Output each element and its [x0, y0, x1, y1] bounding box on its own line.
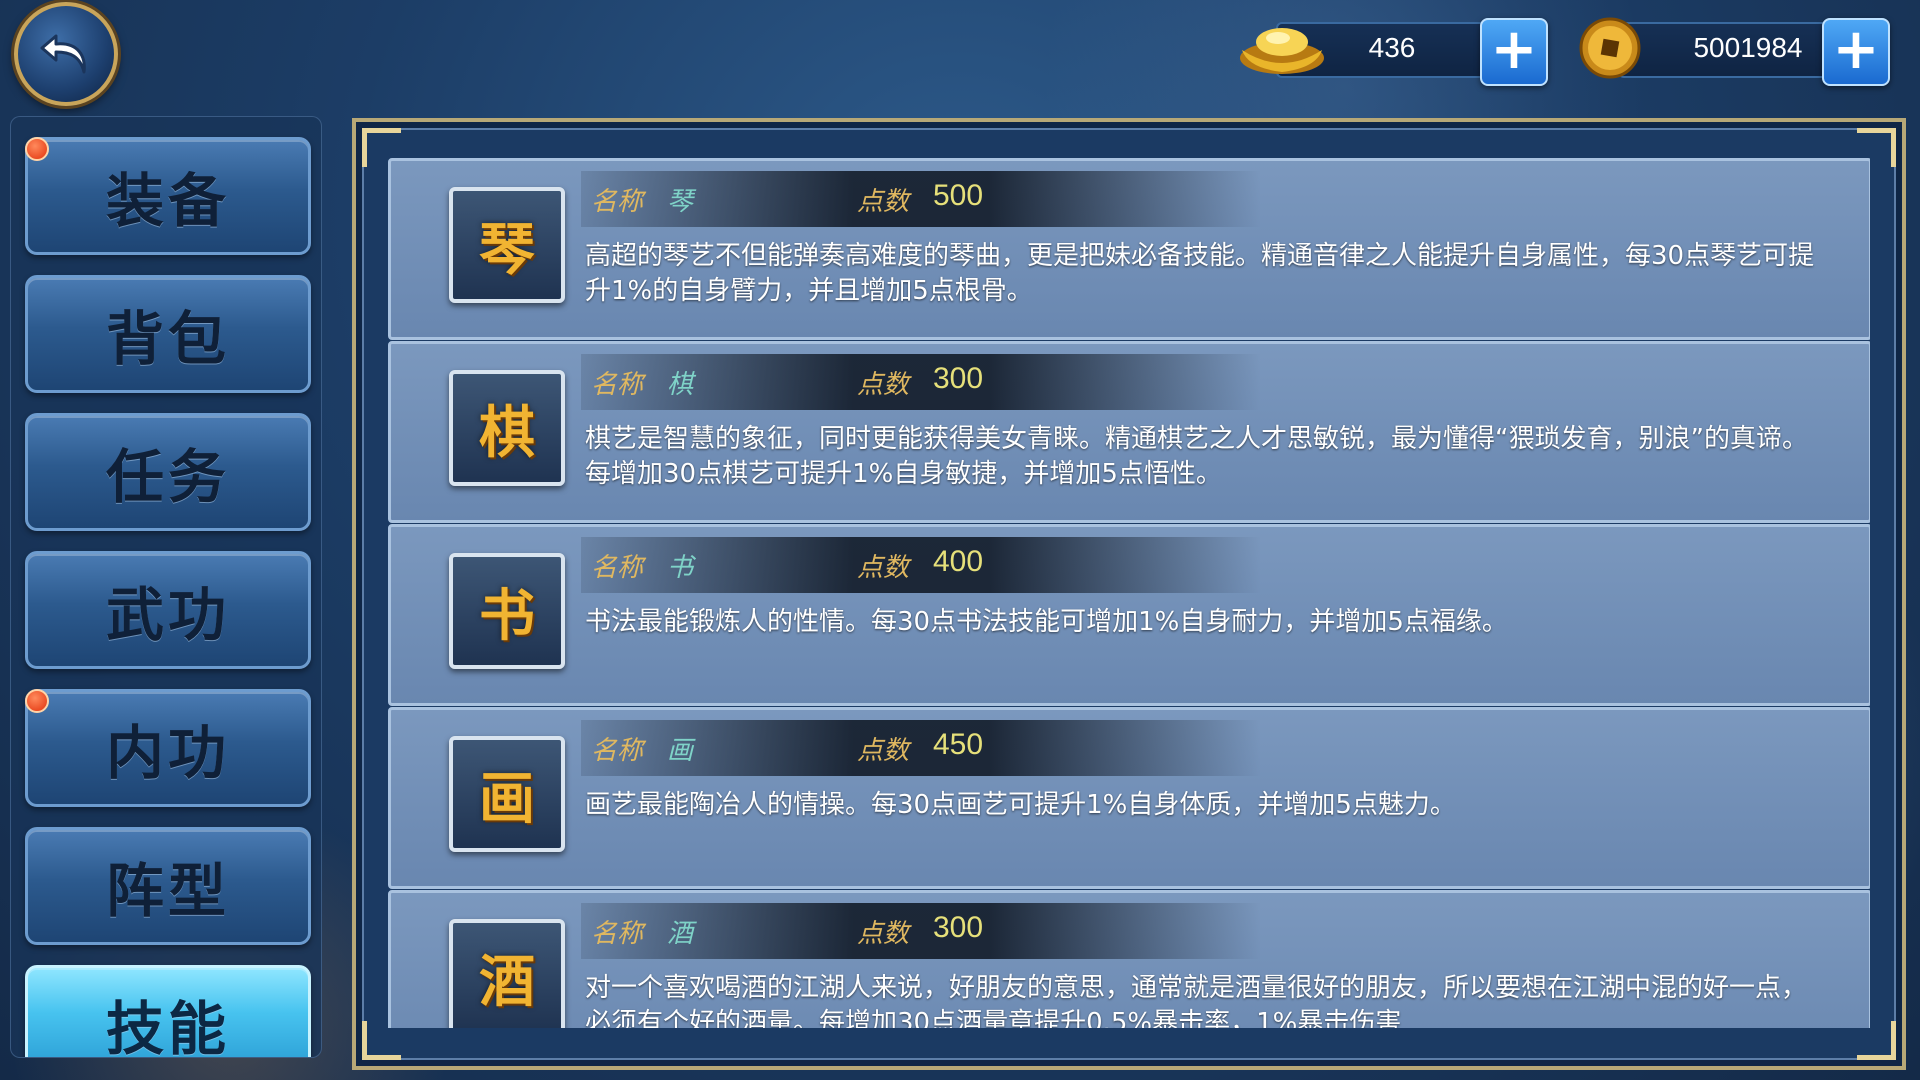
- skill-icon-qin: 琴: [449, 187, 565, 303]
- skill-card-qin[interactable]: 琴 名称 琴 点数 500 高超的琴艺不但能弹奏高难度的琴曲，更是把妹必备技能。…: [388, 158, 1870, 340]
- tab-backpack[interactable]: 背包: [25, 275, 311, 393]
- skill-name: 酒: [667, 919, 694, 949]
- add-coin-button[interactable]: +: [1822, 18, 1890, 86]
- skill-points: 300: [933, 362, 984, 395]
- tab-label: 武功: [105, 581, 230, 649]
- gold-ingot-icon: [1240, 28, 1324, 74]
- tab-label: 阵型: [105, 857, 230, 925]
- name-label: 名称: [591, 187, 644, 217]
- sidebar: 装备 背包 任务 武功 内功 阵型 技能: [10, 116, 322, 1058]
- tab-martial-arts[interactable]: 武功: [25, 551, 311, 669]
- coin-currency: 5001984 +: [1578, 16, 1898, 86]
- tab-inner-power[interactable]: 内功: [25, 689, 311, 807]
- skill-points: 500: [933, 179, 984, 212]
- tab-label: 任务: [105, 443, 230, 511]
- points-label: 点数: [857, 736, 910, 766]
- points-label: 点数: [857, 919, 910, 949]
- skill-name: 棋: [667, 370, 694, 400]
- notification-dot: [25, 689, 49, 713]
- skill-points: 300: [933, 911, 984, 944]
- skill-description: 画艺最能陶冶人的情操。每30点画艺可提升1%自身体质，并增加5点魅力。: [585, 790, 1456, 820]
- skill-description: 对一个喜欢喝酒的江湖人来说，好朋友的意思，通常就是酒量很好的朋友，所以要想在江湖…: [585, 973, 1808, 1028]
- name-label: 名称: [591, 553, 644, 583]
- name-label: 名称: [591, 370, 644, 400]
- coin-amount: 5001984: [1693, 32, 1803, 63]
- skill-icon-hua: 画: [449, 736, 565, 852]
- skill-card-jiu[interactable]: 酒 名称 酒 点数 300 对一个喜欢喝酒的江湖人来说，好朋友的意思，通常就是酒…: [388, 890, 1870, 1028]
- skill-name: 琴: [667, 187, 694, 217]
- back-arrow-icon: [40, 34, 86, 74]
- skill-card-shu[interactable]: 书 名称 书 点数 400 书法最能锻炼人的性情。每30点书法技能可增加1%自身…: [388, 524, 1870, 706]
- add-gold-button[interactable]: +: [1480, 18, 1548, 86]
- gold-amount: 436: [1368, 32, 1416, 63]
- skill-name: 书: [667, 553, 694, 583]
- name-label: 名称: [591, 919, 644, 949]
- points-label: 点数: [857, 187, 910, 217]
- skill-card-qi[interactable]: 棋 名称 棋 点数 300 棋艺是智慧的象征，同时更能获得美女青睐。精通棋艺之人…: [388, 341, 1870, 523]
- tab-label: 背包: [105, 305, 230, 373]
- skill-name: 画: [667, 736, 694, 766]
- name-label: 名称: [591, 736, 644, 766]
- points-label: 点数: [857, 553, 910, 583]
- skill-description: 棋艺是智慧的象征，同时更能获得美女青睐。精通棋艺之人才思敏锐，最为懂得“猥琐发育…: [585, 424, 1808, 489]
- skill-card-hua[interactable]: 画 名称 画 点数 450 画艺最能陶冶人的情操。每30点画艺可提升1%自身体质…: [388, 707, 1870, 889]
- gold-currency: 436 +: [1236, 16, 1556, 86]
- points-label: 点数: [857, 370, 910, 400]
- skill-points: 450: [933, 728, 984, 761]
- skills-panel: 琴 名称 琴 点数 500 高超的琴艺不但能弹奏高难度的琴曲，更是把妹必备技能。…: [352, 118, 1906, 1070]
- tab-label: 装备: [105, 167, 230, 235]
- skill-description: 书法最能锻炼人的性情。每30点书法技能可增加1%自身耐力，并增加5点福缘。: [585, 607, 1508, 637]
- tab-label: 内功: [105, 719, 230, 787]
- copper-coin-icon: [1579, 17, 1641, 79]
- tab-quests[interactable]: 任务: [25, 413, 311, 531]
- back-button[interactable]: [14, 2, 118, 106]
- tab-label: 技能: [105, 995, 230, 1058]
- tab-formation[interactable]: 阵型: [25, 827, 311, 945]
- tab-skills[interactable]: 技能: [25, 965, 311, 1058]
- notification-dot: [25, 137, 49, 161]
- skill-list[interactable]: 琴 名称 琴 点数 500 高超的琴艺不但能弹奏高难度的琴曲，更是把妹必备技能。…: [388, 158, 1870, 1028]
- skill-description: 高超的琴艺不但能弹奏高难度的琴曲，更是把妹必备技能。精通音律之人能提升自身属性，…: [585, 241, 1815, 306]
- skill-points: 400: [933, 545, 984, 578]
- skill-icon-qi: 棋: [449, 370, 565, 486]
- skill-icon-jiu: 酒: [449, 919, 565, 1028]
- tab-equipment[interactable]: 装备: [25, 137, 311, 255]
- skill-icon-shu: 书: [449, 553, 565, 669]
